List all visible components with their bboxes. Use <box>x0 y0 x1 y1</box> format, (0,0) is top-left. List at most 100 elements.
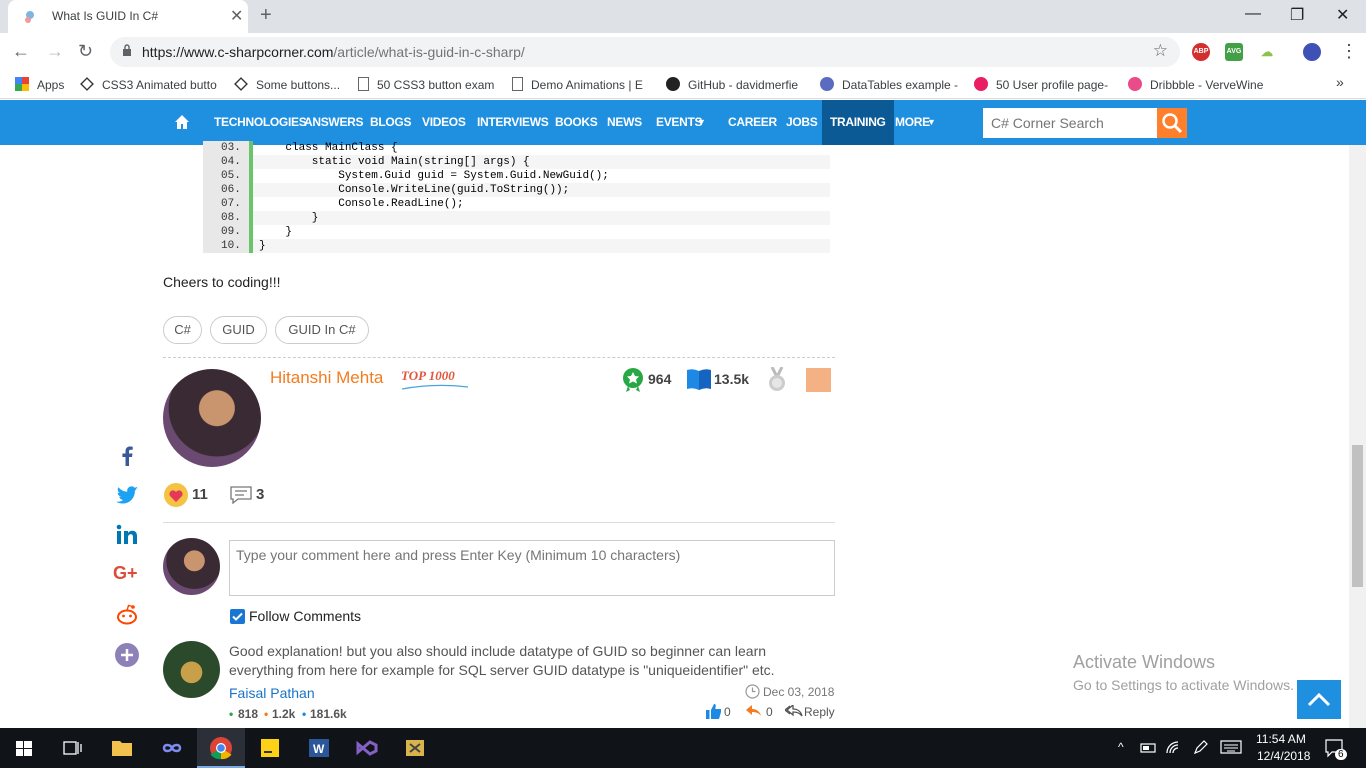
thumbs-up-icon[interactable] <box>706 704 722 719</box>
commenter-avatar[interactable] <box>163 641 220 698</box>
taskbar-word[interactable]: W <box>295 728 343 768</box>
bookmark-css3-animated[interactable]: CSS3 Animated butto <box>80 77 218 92</box>
taskbar-app-infinity[interactable] <box>148 728 196 768</box>
bookmark-github[interactable]: GitHub - davidmerfie <box>666 77 804 92</box>
tag-guid-in-csharp[interactable]: GUID In C# <box>275 316 369 344</box>
site-search-button[interactable] <box>1157 108 1187 138</box>
keyboard-icon[interactable] <box>1220 740 1242 754</box>
codepen-icon <box>234 77 248 91</box>
nav-news[interactable]: NEWS <box>607 100 642 145</box>
nav-books[interactable]: BOOKS <box>555 100 598 145</box>
clock-time[interactable]: 11:54 AM <box>1256 732 1306 746</box>
reply-arrow-icon[interactable] <box>746 705 762 717</box>
nav-technologies[interactable]: TECHNOLOGIES <box>214 100 307 145</box>
section-divider <box>163 357 835 358</box>
bookmark-dribbble[interactable]: Dribbble - VerveWine <box>1128 77 1266 92</box>
bookmark-50-css3[interactable]: 50 CSS3 button exam <box>358 77 496 92</box>
commenter-name[interactable]: Faisal Pathan <box>229 685 315 701</box>
task-view-button[interactable] <box>48 728 96 768</box>
follow-comments-checkbox[interactable] <box>230 609 245 624</box>
linkedin-share-icon[interactable] <box>114 522 140 548</box>
show-hidden-icons[interactable]: ^ <box>1118 740 1124 754</box>
dribbble-icon <box>1128 77 1142 91</box>
nav-jobs[interactable]: JOBS <box>786 100 818 145</box>
close-tab-icon[interactable]: ✕ <box>230 6 243 26</box>
events-dropdown-icon[interactable]: ▼ <box>697 100 706 145</box>
browser-tab[interactable]: What Is GUID In C# ✕ <box>8 0 248 33</box>
bookmark-star-icon[interactable]: ☆ <box>1153 41 1168 61</box>
taskbar-sticky-notes[interactable] <box>246 728 294 768</box>
bookmark-some-buttons[interactable]: Some buttons... <box>234 77 344 92</box>
taskbar-chrome[interactable] <box>197 728 245 768</box>
comment-input[interactable] <box>230 541 834 595</box>
nav-interviews[interactable]: INTERVIEWS <box>477 100 549 145</box>
nav-career[interactable]: CAREER <box>728 100 777 145</box>
follow-comments-label[interactable]: Follow Comments <box>249 608 361 624</box>
back-to-top-button[interactable] <box>1297 680 1341 719</box>
more-bookmarks-icon[interactable]: » <box>1336 74 1344 90</box>
nav-answers[interactable]: ANSWERS <box>304 100 364 145</box>
more-dropdown-icon[interactable]: ▼ <box>927 100 936 145</box>
tag-csharp[interactable]: C# <box>163 316 202 344</box>
bookmark-demo-animations[interactable]: Demo Animations | E <box>512 77 648 92</box>
reply-all-icon[interactable] <box>785 705 803 717</box>
line-number: 03. <box>203 141 249 155</box>
nav-blogs[interactable]: BLOGS <box>370 100 411 145</box>
taskbar-tools-app[interactable] <box>392 728 440 768</box>
new-tab-icon[interactable]: + <box>260 4 272 27</box>
wifi-icon[interactable] <box>1165 740 1181 756</box>
bookmark-user-profile[interactable]: 50 User profile page- <box>974 77 1110 92</box>
nav-more[interactable]: MORE <box>895 100 930 145</box>
scrollbar-thumb[interactable] <box>1352 445 1363 587</box>
taskbar-file-explorer[interactable] <box>98 728 146 768</box>
heart-like-icon[interactable] <box>164 483 188 507</box>
author-name[interactable]: Hitanshi Mehta <box>270 368 383 388</box>
restore-window-icon[interactable]: ❐ <box>1290 5 1304 25</box>
nav-events[interactable]: EVENTS <box>656 100 703 145</box>
facebook-share-icon[interactable] <box>114 442 140 468</box>
close-window-icon[interactable]: ✕ <box>1336 5 1349 25</box>
code-line: 08. } <box>203 211 830 225</box>
bookmark-datatables[interactable]: DataTables example - <box>820 77 958 92</box>
minimize-window-icon[interactable]: — <box>1245 5 1261 23</box>
more-share-icon[interactable] <box>114 642 140 668</box>
bookmark-apps[interactable]: Apps <box>15 77 75 92</box>
author-points: 964 <box>648 371 672 387</box>
site-search-field[interactable] <box>983 108 1157 138</box>
clock-icon <box>745 684 760 699</box>
back-icon[interactable]: ← <box>12 41 30 62</box>
reply-button[interactable]: Reply <box>804 705 835 719</box>
nav-training[interactable]: TRAINING <box>822 100 894 145</box>
commenter-stat-dot-green: • <box>229 707 234 721</box>
code-line: 10.} <box>203 239 830 253</box>
taskbar-visual-studio[interactable] <box>343 728 391 768</box>
site-search-input[interactable] <box>983 108 1153 138</box>
adblock-extension-icon[interactable]: ABP <box>1192 43 1210 61</box>
tab-title: What Is GUID In C# <box>52 9 159 23</box>
reload-icon[interactable]: ↻ <box>78 41 93 62</box>
line-number: 06. <box>203 183 249 197</box>
nav-videos[interactable]: VIDEOS <box>422 100 466 145</box>
battery-icon[interactable] <box>1140 741 1158 755</box>
browser-toolbar: ← → ↻ https://www.c-sharpcorner.com/arti… <box>0 33 1366 71</box>
forward-icon[interactable]: → <box>46 41 64 62</box>
google-plus-share-icon[interactable]: G+ <box>113 563 138 584</box>
author-avatar[interactable] <box>163 369 261 467</box>
comment-input-box[interactable] <box>229 540 835 596</box>
twitter-share-icon[interactable] <box>114 482 140 508</box>
start-button[interactable] <box>0 728 48 768</box>
browser-menu-icon[interactable]: ⋮ <box>1340 41 1358 62</box>
profile-avatar[interactable] <box>1303 43 1321 61</box>
address-bar[interactable]: https://www.c-sharpcorner.com/article/wh… <box>110 37 1180 67</box>
reddit-share-icon[interactable] <box>114 602 140 628</box>
page-scrollbar[interactable] <box>1349 145 1366 728</box>
pen-icon[interactable] <box>1192 740 1208 756</box>
cloud-extension-icon[interactable]: ☁ <box>1258 43 1276 61</box>
points-badge-icon <box>623 368 643 392</box>
avg-extension-icon[interactable]: AVG <box>1225 43 1243 61</box>
home-icon[interactable] <box>174 114 190 130</box>
tag-guid[interactable]: GUID <box>210 316 267 344</box>
comment-bubble-icon[interactable] <box>230 486 252 504</box>
clock-date[interactable]: 12/4/2018 <box>1257 749 1310 763</box>
site-navbar: TECHNOLOGIES ANSWERS BLOGS VIDEOS INTERV… <box>0 100 1366 145</box>
